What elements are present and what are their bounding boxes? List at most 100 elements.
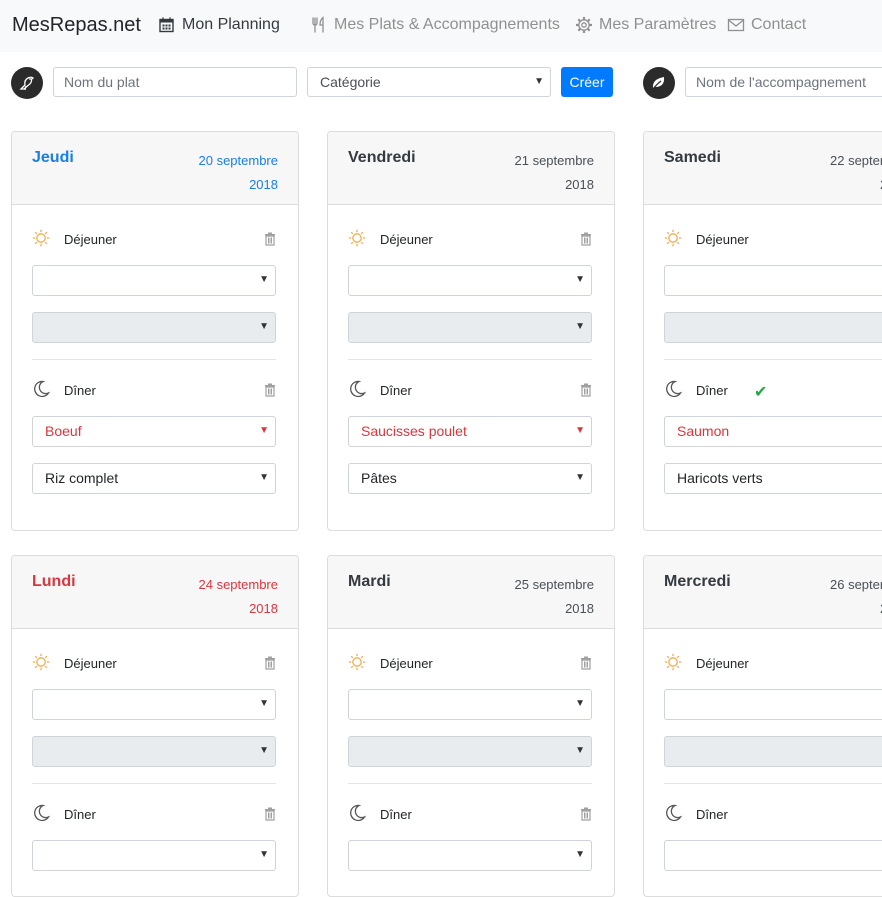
date-line: 25 septembre	[514, 577, 595, 592]
dinner-row: Dîner	[32, 804, 276, 824]
caret-down-icon: ▼	[575, 425, 585, 436]
lunch-side-select[interactable]	[664, 312, 882, 343]
nav-mon-planning[interactable]: Mon Planning	[158, 16, 280, 34]
meal-label: Déjeuner	[64, 656, 117, 671]
meal-label: Déjeuner	[380, 232, 433, 247]
meal-label: Dîner	[696, 383, 728, 398]
lunch-dish-select[interactable]: ▼	[32, 689, 276, 720]
dinner-side-select[interactable]: Pâtes ▼	[348, 463, 592, 494]
category-select[interactable]: Catégorie ▼	[307, 67, 551, 97]
envelope-icon	[727, 18, 745, 32]
lunch-dish-select[interactable]	[664, 265, 882, 296]
divider	[348, 783, 592, 784]
sun-icon	[348, 653, 366, 671]
dinner-dish-select[interactable]: Saumon	[664, 416, 882, 447]
trash-icon[interactable]	[580, 232, 592, 246]
lunch-row: Déjeuner	[32, 653, 276, 673]
lunch-dish-select[interactable]: ▼	[32, 265, 276, 296]
dinner-row: Dîner	[348, 804, 592, 824]
lunch-side-select[interactable]: ▼	[32, 312, 276, 343]
sun-icon	[32, 653, 50, 671]
leaf-icon	[643, 67, 675, 99]
meal-label: Dîner	[64, 383, 96, 398]
lunch-side-select[interactable]: ▼	[32, 736, 276, 767]
date-line: 21 septembre	[514, 153, 595, 168]
caret-down-icon: ▼	[259, 274, 269, 285]
lunch-dish-select[interactable]: ▼	[348, 689, 592, 720]
nav-mes-parametres[interactable]: Mes Paramètres	[575, 16, 716, 34]
card-header: Mardi 25 septembre 2018	[328, 556, 614, 629]
day-card-mardi: Mardi 25 septembre 2018 Déjeuner ▼ ▼ Dîne…	[327, 555, 615, 897]
meal-label: Dîner	[380, 807, 412, 822]
dinner-row: Dîner	[664, 804, 882, 824]
meal-label: Dîner	[64, 807, 96, 822]
meal-label: Déjeuner	[696, 656, 749, 671]
lunch-row: Déjeuner	[664, 653, 882, 673]
select-value: Boeuf	[45, 423, 82, 439]
caret-down-icon: ▼	[575, 472, 585, 483]
day-name: Lundi	[32, 573, 76, 590]
dinner-side-select[interactable]: Haricots verts	[664, 463, 882, 494]
trash-icon[interactable]	[580, 383, 592, 397]
nav-label: Mes Plats & Accompagnements	[334, 16, 560, 33]
caret-down-icon: ▼	[259, 425, 269, 436]
sun-icon	[32, 229, 50, 247]
caret-down-icon: ▼	[575, 849, 585, 860]
dinner-dish-select[interactable]: Boeuf ▼	[32, 416, 276, 447]
day-date: 21 septembre 2018	[515, 149, 595, 197]
year-line: 2018	[565, 601, 594, 616]
year-line: 2018	[249, 601, 278, 616]
moon-icon	[666, 804, 682, 822]
trash-icon[interactable]	[264, 656, 276, 670]
dish-name-input[interactable]: Nom du plat	[53, 67, 297, 97]
create-button[interactable]: Créer	[561, 67, 613, 97]
sun-icon	[348, 229, 366, 247]
day-card-jeudi: Jeudi 20 septembre 2018 Déjeuner ▼ ▼ Dîne…	[11, 131, 299, 531]
card-header: Samedi 22 septer 2	[644, 132, 882, 205]
day-name: Mercredi	[664, 573, 731, 590]
navbar: MesRepas.net Mon Planning Mes Plats & Ac…	[0, 0, 882, 52]
nav-mes-plats[interactable]: Mes Plats & Accompagnements	[310, 16, 560, 34]
card-header: Jeudi 20 septembre 2018	[12, 132, 298, 205]
lunch-side-select[interactable]: ▼	[348, 736, 592, 767]
lunch-row: Déjeuner	[664, 229, 882, 249]
dinner-dish-select[interactable]	[664, 840, 882, 871]
dinner-side-select[interactable]: Riz complet ▼	[32, 463, 276, 494]
lunch-dish-select[interactable]	[664, 689, 882, 720]
day-card-mercredi: Mercredi 26 septer 2 Déjeuner Dîner	[643, 555, 882, 897]
dinner-row: Dîner	[348, 380, 592, 400]
year-line: 2	[830, 597, 882, 621]
lunch-side-select[interactable]	[664, 736, 882, 767]
dinner-row: Dîner	[32, 380, 276, 400]
caret-down-icon: ▼	[575, 698, 585, 709]
lunch-row: Déjeuner	[348, 229, 592, 249]
card-header: Mercredi 26 septer 2	[644, 556, 882, 629]
moon-icon	[34, 804, 50, 822]
nav-contact[interactable]: Contact	[727, 16, 806, 34]
caret-down-icon: ▼	[259, 849, 269, 860]
day-date: 24 septembre 2018	[199, 573, 279, 621]
dinner-dish-select[interactable]: ▼	[32, 840, 276, 871]
date-line: 22 septer	[830, 153, 882, 168]
lunch-side-select[interactable]: ▼	[348, 312, 592, 343]
trash-icon[interactable]	[580, 807, 592, 821]
brand-logo[interactable]: MesRepas.net	[12, 14, 141, 37]
lunch-dish-select[interactable]: ▼	[348, 265, 592, 296]
side-name-input[interactable]: Nom de l'accompagnement	[685, 67, 882, 97]
meal-label: Déjeuner	[64, 232, 117, 247]
date-line: 20 septembre	[198, 153, 279, 168]
dinner-dish-select[interactable]: Saucisses poulet ▼	[348, 416, 592, 447]
nav-label: Contact	[751, 16, 807, 33]
day-card-vendredi: Vendredi 21 septembre 2018 Déjeuner ▼ ▼ D…	[327, 131, 615, 531]
select-value: Saucisses poulet	[361, 423, 467, 439]
bird-icon	[11, 67, 43, 99]
meal-label: Déjeuner	[380, 656, 433, 671]
trash-icon[interactable]	[264, 807, 276, 821]
trash-icon[interactable]	[264, 232, 276, 246]
day-name: Jeudi	[32, 149, 74, 166]
dinner-dish-select[interactable]: ▼	[348, 840, 592, 871]
moon-icon	[350, 380, 366, 398]
trash-icon[interactable]	[264, 383, 276, 397]
moon-icon	[350, 804, 366, 822]
trash-icon[interactable]	[580, 656, 592, 670]
